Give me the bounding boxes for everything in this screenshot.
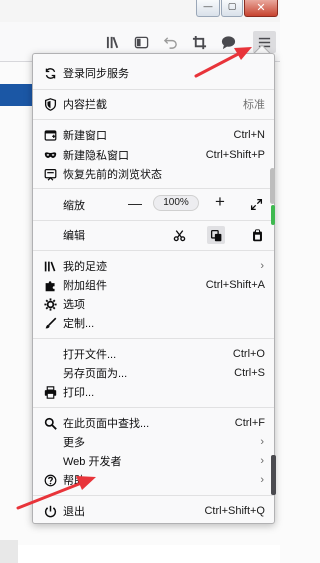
menu-row-edit: 编辑	[33, 225, 273, 245]
menu-item-web-developer[interactable]: Web 开发者 ›	[33, 451, 273, 471]
edit-label: 编辑	[63, 230, 85, 242]
shortcut-label: Ctrl+Shift+A	[205, 279, 265, 291]
puzzle-icon	[43, 278, 57, 292]
fullscreen-icon[interactable]	[249, 197, 263, 211]
close-icon: ✕	[256, 2, 266, 14]
menu-item-open-file[interactable]: 打开文件... Ctrl+O	[33, 344, 273, 364]
page-header-strip	[0, 84, 32, 106]
menu-item-label: 登录同步服务	[63, 68, 129, 80]
menu-item-label: 附加组件	[63, 280, 107, 292]
zoom-in-button[interactable]: +	[215, 192, 225, 212]
separator	[33, 338, 274, 339]
page-sidebar-strip	[0, 540, 18, 563]
app-menu-panel: 登录同步服务 内容拦截 标准 新建窗口 Ctrl+N 新建隐私窗口 Ctrl+S…	[32, 53, 275, 524]
zoom-label: 缩放	[63, 200, 85, 212]
annotation-arrow-help	[16, 476, 96, 510]
menu-item-label: 另存页面为...	[63, 368, 128, 380]
chevron-right-icon: ›	[260, 436, 264, 448]
chevron-right-icon: ›	[260, 260, 264, 272]
scroll-indicator-green	[271, 205, 275, 225]
separator	[33, 220, 274, 221]
scrollbar-thumb[interactable]	[270, 168, 275, 204]
shortcut-label: Ctrl+O	[232, 348, 265, 360]
library-icon[interactable]	[103, 32, 123, 52]
menu-item-customize[interactable]: 定制...	[33, 313, 273, 333]
menu-item-new-window[interactable]: 新建窗口 Ctrl+N	[33, 125, 273, 145]
sidebar-icon[interactable]	[131, 32, 151, 52]
printer-icon	[43, 385, 57, 399]
library-icon	[43, 259, 57, 273]
page-background	[0, 545, 280, 563]
separator	[33, 250, 274, 251]
menu-item-label: Web 开发者	[63, 456, 122, 468]
close-button[interactable]: ✕	[244, 0, 278, 17]
chevron-right-icon: ›	[260, 455, 264, 467]
content-blocking-status: 标准	[243, 99, 265, 111]
chevron-right-icon: ›	[260, 474, 264, 486]
menu-item-content-blocking[interactable]: 内容拦截 标准	[33, 94, 273, 114]
private-mask-icon	[43, 148, 57, 162]
shortcut-label: Ctrl+S	[234, 367, 265, 379]
gear-icon	[43, 297, 57, 311]
sync-icon	[43, 66, 57, 80]
menu-item-print[interactable]: 打印...	[33, 382, 273, 402]
menu-item-label: 我的足迹	[63, 261, 107, 273]
menu-item-label: 新建隐私窗口	[63, 150, 129, 162]
paste-icon[interactable]	[250, 228, 264, 242]
paintbrush-icon	[43, 316, 57, 330]
search-icon	[43, 416, 57, 430]
separator	[33, 119, 274, 120]
menu-item-label: 恢复先前的浏览状态	[63, 169, 162, 181]
menu-item-options[interactable]: 选项	[33, 294, 273, 314]
menu-item-label: 打开文件...	[63, 349, 117, 361]
separator	[33, 188, 274, 189]
new-window-icon	[43, 128, 57, 142]
maximize-button[interactable]: ▢	[221, 0, 243, 17]
menu-item-save-page[interactable]: 另存页面为... Ctrl+S	[33, 363, 273, 383]
cut-icon[interactable]	[172, 228, 186, 242]
menu-item-label: 在此页面中查找...	[63, 418, 150, 430]
separator	[33, 407, 274, 408]
shortcut-label: Ctrl+N	[233, 129, 265, 141]
back-arrow-icon[interactable]	[160, 32, 180, 52]
menu-item-library[interactable]: 我的足迹 ›	[33, 256, 273, 276]
menu-item-find[interactable]: 在此页面中查找... Ctrl+F	[33, 413, 273, 433]
menu-item-restore-session[interactable]: 恢复先前的浏览状态	[33, 164, 273, 184]
zoom-out-button[interactable]: —	[128, 195, 142, 211]
restore-session-icon	[43, 167, 57, 181]
menu-item-label: 内容拦截	[63, 99, 107, 111]
annotation-arrow-menu	[194, 47, 252, 78]
shortcut-label: Ctrl+Shift+P	[205, 149, 265, 161]
menu-item-label: 新建窗口	[63, 130, 107, 142]
shortcut-label: Ctrl+Shift+Q	[204, 505, 265, 517]
maximize-icon: ▢	[227, 1, 237, 11]
menu-item-more[interactable]: 更多 ›	[33, 432, 273, 452]
menu-item-new-private-window[interactable]: 新建隐私窗口 Ctrl+Shift+P	[33, 145, 273, 165]
copy-icon[interactable]	[207, 226, 225, 244]
menu-item-label: 更多	[63, 437, 85, 449]
shield-icon	[43, 97, 57, 111]
menu-item-label: 选项	[63, 299, 85, 311]
shortcut-label: Ctrl+F	[234, 417, 265, 429]
zoom-reset-button[interactable]: 100%	[153, 195, 199, 211]
menu-item-label: 定制...	[63, 318, 95, 330]
menu-item-label: 打印...	[63, 387, 95, 399]
scroll-indicator-dark	[271, 455, 276, 495]
separator	[33, 89, 274, 90]
menu-item-addons[interactable]: 附加组件 Ctrl+Shift+A	[33, 275, 273, 295]
minimize-button[interactable]: —	[196, 0, 220, 17]
minimize-icon: —	[203, 1, 213, 11]
